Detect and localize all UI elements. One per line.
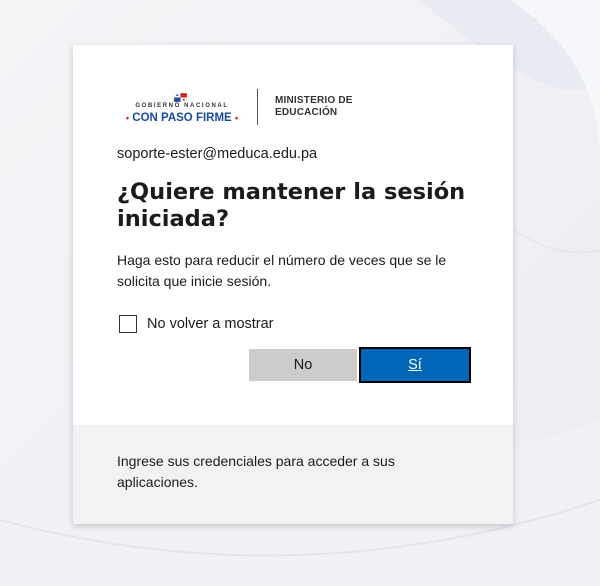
organization-logo: GOBIERNO NACIONAL • CON PASO FIRME • MIN…: [121, 88, 371, 128]
panama-flag-icon: [174, 93, 187, 102]
con-paso-firme-text: • CON PASO FIRME •: [121, 112, 243, 124]
gobierno-nacional-logo: GOBIERNO NACIONAL • CON PASO FIRME •: [121, 88, 243, 128]
ministerio-line-1: MINISTERIO DE: [275, 95, 353, 106]
dont-show-again-row[interactable]: No volver a mostrar: [119, 313, 274, 335]
page-title: ¿Quiere mantener la sesión iniciada?: [117, 179, 466, 232]
dont-show-again-checkbox[interactable]: [119, 315, 137, 333]
ministerio-line-2: EDUCACIÓN: [275, 107, 338, 118]
signin-card: GOBIERNO NACIONAL • CON PASO FIRME • MIN…: [73, 45, 513, 524]
no-button[interactable]: No: [249, 349, 357, 381]
dont-show-again-label[interactable]: No volver a mostrar: [147, 316, 274, 332]
card-main-section: GOBIERNO NACIONAL • CON PASO FIRME • MIN…: [73, 45, 513, 425]
footer-text: Ingrese sus credenciales para acceder a …: [117, 453, 395, 490]
prompt-description: Haga esto para reducir el número de vece…: [117, 252, 447, 289]
gobierno-nacional-text: GOBIERNO NACIONAL: [135, 103, 229, 109]
yes-button[interactable]: Sí: [359, 347, 471, 383]
ministerio-educacion-text: MINISTERIO DE EDUCACIÓN: [275, 95, 353, 119]
account-identity: soporte-ester@meduca.edu.pa: [117, 146, 318, 162]
card-footer: Ingrese sus credenciales para acceder a …: [73, 425, 513, 524]
con-paso-firme-label: CON PASO FIRME: [132, 112, 232, 124]
star-icon: •: [125, 113, 130, 123]
logo-divider: [257, 89, 258, 125]
star-icon: •: [234, 113, 239, 123]
